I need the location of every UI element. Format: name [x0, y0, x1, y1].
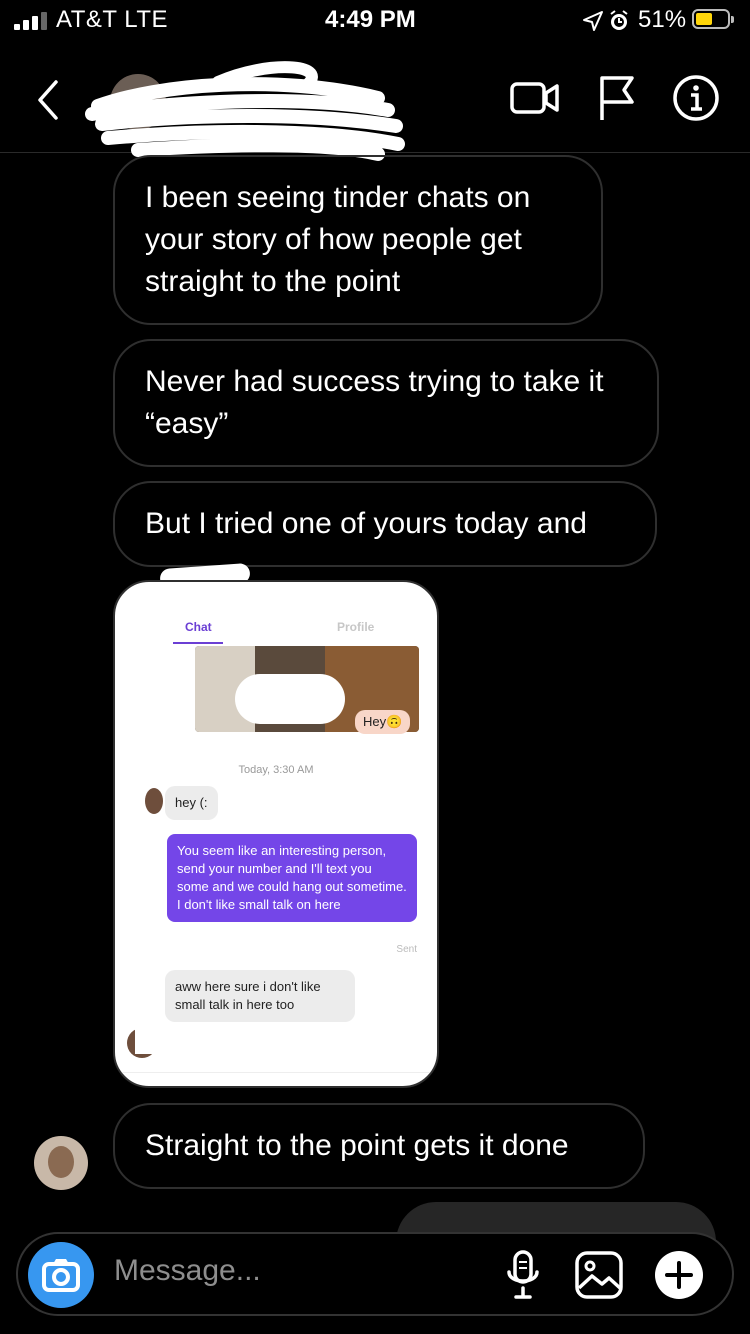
outgoing-hey: Hey🙃: [355, 710, 411, 734]
redaction-blob: [135, 1026, 275, 1054]
flag-icon[interactable]: [598, 74, 638, 122]
status-bar: AT&T LTE 4:49 PM 51%: [0, 0, 750, 44]
alarm-icon: [610, 10, 628, 30]
incoming-message: hey (:: [165, 786, 218, 820]
tab-profile: Profile: [337, 620, 375, 634]
gallery-icon[interactable]: [574, 1250, 624, 1300]
sent-label: Sent: [396, 944, 417, 955]
chat-timestamp: Today, 3:30 AM: [238, 764, 314, 776]
microphone-icon[interactable]: [506, 1250, 540, 1300]
chat-header: [0, 44, 750, 161]
clock: 4:49 PM: [325, 6, 416, 33]
incoming-message: aww here sure i don't like small talk in…: [165, 970, 355, 1022]
divider: [115, 1072, 437, 1073]
battery-percent: 51%: [638, 6, 687, 33]
message-bubble[interactable]: Never had success trying to take it “eas…: [113, 339, 659, 467]
back-icon[interactable]: [34, 78, 62, 122]
video-call-icon[interactable]: [510, 78, 560, 118]
signal-icon: [14, 12, 50, 30]
tab-chat: Chat: [185, 620, 212, 634]
message-bubble[interactable]: I been seeing tinder chats on your story…: [113, 155, 603, 325]
message-bubble[interactable]: Straight to the point gets it done: [113, 1103, 645, 1189]
message-input[interactable]: Message...: [114, 1254, 261, 1288]
sender-avatar[interactable]: [34, 1136, 88, 1190]
battery-icon: [692, 9, 734, 29]
shared-image-message[interactable]: Chat Profile Hey🙃 Today, 3:30 AM hey (: …: [113, 580, 439, 1088]
redaction-scribble: [85, 61, 405, 161]
location-icon: [583, 11, 603, 31]
camera-icon: [42, 1259, 80, 1292]
active-tab-indicator: [173, 642, 223, 644]
message-composer: Message...: [16, 1232, 734, 1316]
message-bubble[interactable]: But I tried one of yours today and: [113, 481, 657, 567]
info-icon[interactable]: [672, 74, 720, 122]
camera-button[interactable]: [28, 1242, 94, 1308]
outgoing-message: You seem like an interesting person, sen…: [167, 834, 417, 922]
match-avatar: [145, 788, 163, 814]
plus-icon[interactable]: [654, 1250, 704, 1300]
carrier-label: AT&T LTE: [56, 6, 169, 33]
